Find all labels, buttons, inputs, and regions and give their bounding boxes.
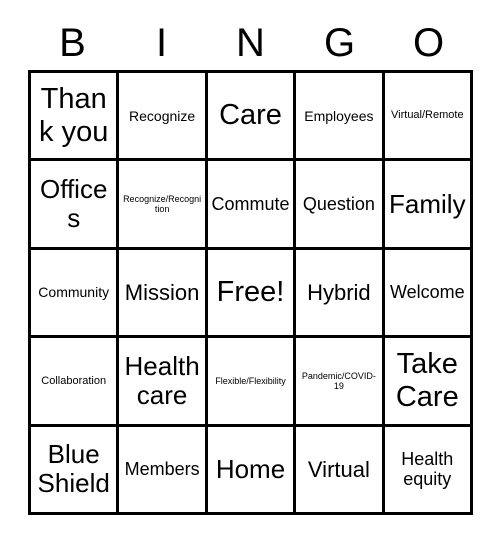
bingo-grid: Thank you Recognize Care Employees Virtu…	[28, 70, 473, 515]
bingo-cell-i1[interactable]: Recognize	[119, 73, 208, 162]
bingo-cell-b3[interactable]: Community	[31, 249, 120, 339]
bingo-cell-g3[interactable]: Hybrid	[296, 249, 385, 339]
bingo-cell-label: Thank you	[39, 83, 109, 148]
bingo-cell-label: Care	[219, 99, 282, 132]
bingo-cell-g4[interactable]: Pandemic/COVID-19	[296, 338, 385, 427]
bingo-cell-label: Virtual	[307, 456, 370, 482]
bingo-cell-o4[interactable]: Take Care	[384, 338, 473, 427]
bingo-cell-b5[interactable]: Blue Shield	[31, 426, 120, 515]
bingo-header-row: B I N G O	[28, 16, 473, 70]
bingo-cell-label: Collaboration	[41, 374, 107, 387]
bingo-header-letter-g: G	[323, 21, 356, 65]
bingo-cell-n1[interactable]: Care	[207, 73, 297, 162]
bingo-cell-g5[interactable]: Virtual	[296, 426, 385, 515]
bingo-cell-g1[interactable]: Employees	[296, 73, 385, 162]
bingo-cell-label: Health care	[124, 350, 200, 410]
bingo-cell-label: Family	[389, 188, 466, 219]
bingo-card: B I N G O Thank you Recognize Care Emplo…	[0, 0, 501, 544]
bingo-header-letter-o: O	[412, 21, 445, 65]
bingo-cell-o5[interactable]: Health equity	[384, 426, 473, 515]
bingo-cell-b4[interactable]: Collaboration	[31, 338, 120, 427]
bingo-cell-label: Mission	[124, 279, 200, 305]
bingo-cell-label: Members	[124, 458, 200, 479]
bingo-header-letter-i: I	[155, 21, 168, 65]
bingo-cell-label: Virtual/Remote	[391, 109, 464, 122]
bingo-cell-label: Free!	[216, 276, 285, 309]
bingo-cell-b1[interactable]: Thank you	[31, 73, 120, 162]
bingo-cell-label: Question	[302, 193, 375, 214]
bingo-cell-i5[interactable]: Members	[119, 426, 208, 515]
bingo-cell-label: Commute	[211, 193, 290, 214]
bingo-cell-i4[interactable]: Health care	[119, 338, 208, 427]
bingo-cell-b2[interactable]: Offices	[31, 161, 120, 250]
bingo-cell-free-space[interactable]: Free!	[207, 249, 297, 339]
bingo-cell-label: Flexible/Flexibility	[215, 375, 286, 386]
bingo-cell-label: Blue Shield	[37, 439, 110, 499]
bingo-cell-label: Health equity	[401, 448, 454, 490]
bingo-cell-o1[interactable]: Virtual/Remote	[384, 73, 473, 162]
bingo-cell-o2[interactable]: Family	[384, 161, 473, 250]
bingo-cell-n2[interactable]: Commute	[207, 161, 297, 250]
bingo-header-letter-b: B	[59, 21, 86, 65]
bingo-cell-n4[interactable]: Flexible/Flexibility	[207, 338, 297, 427]
bingo-cell-label: Pandemic/COVID-19	[301, 370, 376, 391]
bingo-cell-g2[interactable]: Question	[296, 161, 385, 250]
bingo-cell-label: Take Care	[395, 348, 459, 413]
bingo-cell-label: Employees	[304, 107, 374, 124]
bingo-cell-label: Community	[38, 284, 110, 301]
bingo-cell-n5[interactable]: Home	[207, 426, 297, 515]
bingo-cell-i3[interactable]: Mission	[119, 249, 208, 339]
bingo-cell-label: Welcome	[389, 282, 465, 303]
bingo-cell-label: Recognize	[129, 107, 196, 124]
bingo-cell-label: Hybrid	[307, 279, 371, 305]
bingo-header-letter-n: N	[236, 21, 265, 65]
bingo-cell-label: Offices	[39, 173, 108, 234]
bingo-cell-i2[interactable]: Recognize/Recognition	[119, 161, 208, 250]
bingo-cell-label: Recognize/Recognition	[123, 193, 202, 215]
bingo-cell-label: Home	[215, 453, 286, 484]
bingo-cell-o3[interactable]: Welcome	[384, 249, 473, 339]
